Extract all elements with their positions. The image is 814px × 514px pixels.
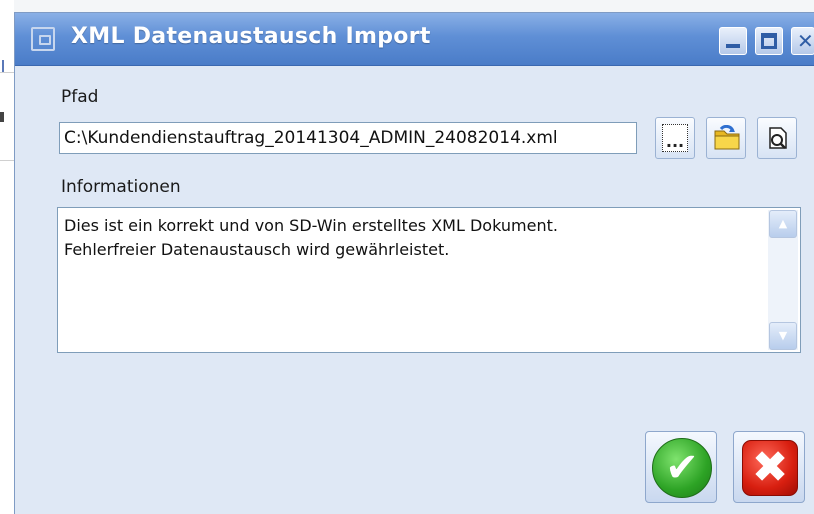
maximize-button[interactable] [755,27,783,55]
background-window-edge [0,0,14,514]
info-textarea[interactable]: Dies ist ein korrekt und von SD-Win erst… [57,207,801,353]
info-text: Dies ist ein korrekt und von SD-Win erst… [64,214,754,262]
folder-icon [714,125,740,150]
open-document-icon [769,127,787,149]
minimize-button[interactable] [719,27,747,55]
path-label: Pfad [61,87,99,107]
info-line: Dies ist ein korrekt und von SD-Win erst… [64,216,558,235]
window-title: XML Datenaustausch Import [71,24,431,49]
scroll-up-button[interactable]: ▲ [769,210,797,238]
maximize-icon [761,33,777,49]
chevron-down-icon: ▼ [778,329,788,342]
vertical-scrollbar[interactable]: ▲ ▼ [768,210,798,350]
chevron-up-icon: ▲ [778,217,788,230]
minimize-icon [726,44,740,48]
app-window-icon [31,27,55,51]
close-icon: ✕ [797,29,814,53]
x-icon: ✖ [742,440,798,496]
import-dialog: XML Datenaustausch Import ✕ Pfad C:\Kund… [14,12,814,514]
checkmark-icon: ✔ [652,438,712,498]
browse-button[interactable]: ... [655,117,695,159]
close-button[interactable]: ✕ [791,27,814,55]
open-document-button[interactable] [757,117,797,159]
cancel-button[interactable]: ✖ [733,431,805,503]
info-line: Fehlerfreier Datenaustausch wird gewährl… [64,240,450,259]
background-strip [0,0,814,12]
info-label: Informationen [61,177,181,197]
ok-button[interactable]: ✔ [645,431,717,503]
open-folder-button[interactable] [706,117,746,159]
title-bar[interactable]: XML Datenaustausch Import ✕ [15,13,814,66]
browse-icon: ... [662,124,688,152]
scroll-down-button[interactable]: ▼ [769,322,797,350]
path-input[interactable]: C:\Kundendienstauftrag_20141304_ADMIN_24… [59,122,637,154]
